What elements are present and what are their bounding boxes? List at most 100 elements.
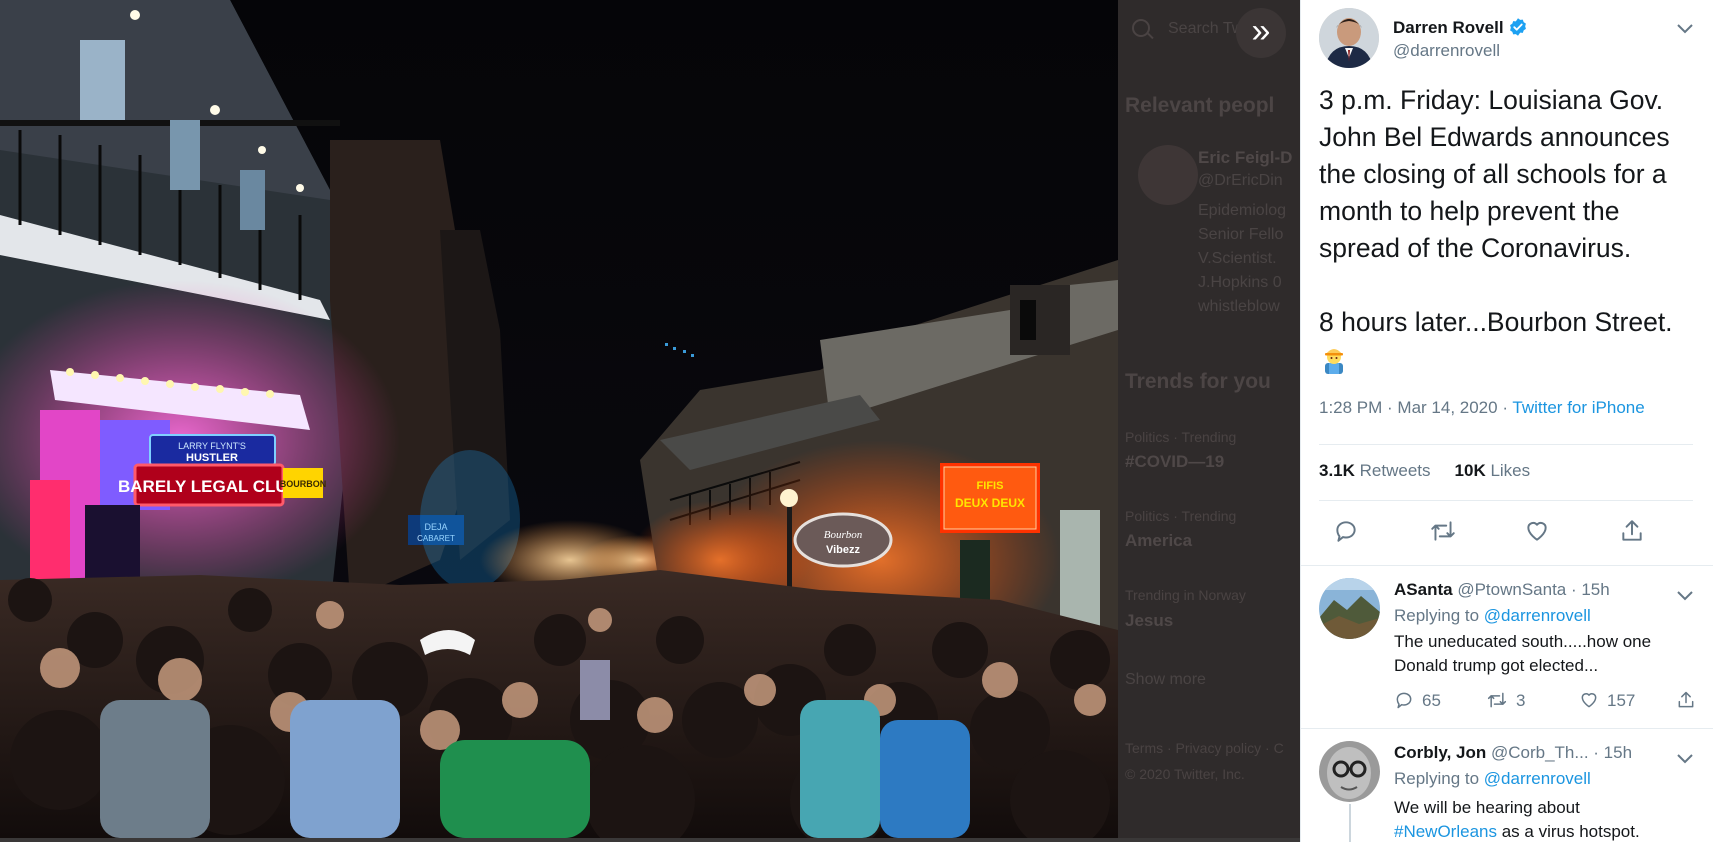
reply-tweet[interactable]: Corbly, Jon @Corb_Th... · 15h Replying t… <box>1301 729 1713 842</box>
reply-author-avatar[interactable] <box>1319 741 1380 802</box>
relevant-person-bio-line: Senior Fello <box>1198 226 1284 243</box>
reply-icon <box>1396 692 1412 709</box>
relevant-person-bio-line: J.Hopkins 0 <box>1198 274 1282 291</box>
reply-icon <box>1336 521 1356 542</box>
reply-tweet[interactable]: ASanta @PtownSanta · 15h Replying to @da… <box>1301 566 1713 728</box>
reply-author-line: ASanta @PtownSanta · 15h <box>1394 580 1610 600</box>
search-icon <box>1132 19 1150 37</box>
author-name-text[interactable]: Darren Rovell <box>1393 18 1504 37</box>
background-page-overlay[interactable]: Search Tw Relevant peopl Eric Feigl-D @D… <box>1118 0 1300 838</box>
likes-label: Likes <box>1490 461 1531 480</box>
replying-to: Replying to @darrenrovell <box>1394 606 1591 626</box>
bourbon-street-photo: LARRY FLYNT'S HUSTLER BARELY LEGAL CLUB … <box>0 0 1118 838</box>
relevant-person-bio-line: V.Scientist. <box>1198 250 1277 267</box>
sign-larry-flynts: LARRY FLYNT'S <box>178 441 246 451</box>
reply-button[interactable] <box>1333 518 1363 548</box>
man-factory-worker-emoji-icon <box>1325 349 1343 374</box>
retweet-icon <box>1487 692 1507 708</box>
trend-name[interactable]: Jesus <box>1125 611 1173 631</box>
tweet-photo[interactable]: LARRY FLYNT'S HUSTLER BARELY LEGAL CLUB … <box>0 0 1118 838</box>
footer-links[interactable]: Terms · Privacy policy · C <box>1125 740 1284 756</box>
tweet-actions <box>1319 518 1693 550</box>
reply-count: 65 <box>1422 691 1441 710</box>
thread-connector <box>1349 804 1351 842</box>
replying-to-mention[interactable]: @darrenrovell <box>1484 769 1591 788</box>
reply-text-before: We will be hearing about <box>1394 798 1580 817</box>
tweet-text: 3 p.m. Friday: Louisiana Gov. John Bel E… <box>1319 82 1703 378</box>
divider <box>1319 500 1693 501</box>
reply-author-name[interactable]: ASanta <box>1394 580 1453 599</box>
trends-heading: Trends for you <box>1125 370 1271 393</box>
reply-author-handle-time[interactable]: @Corb_Th... · 15h <box>1491 743 1632 762</box>
chevron-down-icon[interactable] <box>1677 588 1693 601</box>
heart-icon <box>1527 521 1547 541</box>
sign-deux-deux: DEUX DEUX <box>955 496 1025 510</box>
trend-name[interactable]: America <box>1125 531 1192 551</box>
tweet-timestamp: 1:28 PM · Mar 14, 2020 · Twitter for iPh… <box>1319 398 1645 418</box>
chevron-down-icon[interactable] <box>1677 24 1693 34</box>
replying-to: Replying to @darrenrovell <box>1394 769 1591 789</box>
reply-reply-button[interactable]: 65 <box>1394 690 1441 711</box>
likes-stat[interactable]: 10K Likes <box>1455 461 1531 480</box>
retweet-button[interactable] <box>1429 518 1459 548</box>
reply-text-after: as a virus hotspot. <box>1497 822 1640 841</box>
trend-name[interactable]: #COVID—19 <box>1125 452 1224 472</box>
tweet-stats: 3.1K Retweets 10K Likes <box>1319 461 1530 481</box>
reply-text: We will be hearing about #NewOrleans as a… <box>1394 796 1694 842</box>
tweet-header: Darren Rovell @darrenrovell <box>1319 8 1713 72</box>
sign-hustler: HUSTLER <box>186 452 238 464</box>
copyright: © 2020 Twitter, Inc. <box>1125 766 1245 782</box>
relevant-person-bio-line: whistleblow <box>1198 298 1280 315</box>
reply-author-name[interactable]: Corbly, Jon <box>1394 743 1486 762</box>
photo-bottom-edge <box>0 838 1300 842</box>
author-handle[interactable]: @darrenrovell <box>1393 41 1500 61</box>
hashtag-link[interactable]: #NewOrleans <box>1394 822 1497 841</box>
likes-count: 10K <box>1454 461 1486 480</box>
tweet-source-link[interactable]: Twitter for iPhone <box>1512 398 1644 417</box>
show-more-link[interactable]: Show more <box>1125 671 1206 689</box>
tweet-time[interactable]: 1:28 PM · Mar 14, 2020 · <box>1319 398 1512 417</box>
chevron-down-icon[interactable] <box>1677 751 1693 764</box>
retweets-count: 3.1K <box>1319 461 1355 480</box>
trend-context: Politics · Trending <box>1125 429 1237 445</box>
reply-retweet-button[interactable]: 3 <box>1486 690 1525 711</box>
verified-badge-icon <box>1509 18 1526 36</box>
reply-author-avatar[interactable] <box>1319 578 1380 639</box>
retweet-icon <box>1431 521 1455 541</box>
author-name[interactable]: Darren Rovell <box>1393 17 1528 38</box>
reply-author-line: Corbly, Jon @Corb_Th... · 15h <box>1394 743 1632 763</box>
relevant-person-name: Eric Feigl-D <box>1198 148 1293 167</box>
tweet-text-body: 3 p.m. Friday: Louisiana Gov. John Bel E… <box>1319 85 1673 337</box>
heart-icon <box>1581 693 1597 708</box>
sign-fifis: FIFIS <box>977 480 1004 492</box>
like-button[interactable] <box>1524 518 1554 548</box>
sign-bourbon-vibezz-bottom: Vibezz <box>826 544 861 556</box>
relevant-person-bio-line: Epidemiolog <box>1198 202 1287 219</box>
retweets-label: Retweets <box>1359 461 1431 480</box>
retweet-count: 3 <box>1516 691 1526 710</box>
retweets-stat[interactable]: 3.1K Retweets <box>1319 461 1431 480</box>
reply-actions: 65 3 157 <box>1394 690 1713 714</box>
tweet-media-viewer: LARRY FLYNT'S HUSTLER BARELY LEGAL CLUB … <box>0 0 1713 842</box>
trend-context: Politics · Trending <box>1125 508 1237 524</box>
collapse-panel-button[interactable]: » <box>1236 8 1286 58</box>
relevant-person-handle: @DrEricDin <box>1198 172 1283 189</box>
search-placeholder: Search Tw <box>1168 20 1244 37</box>
sign-barely-legal-club: BARELY LEGAL CLUB <box>118 477 300 496</box>
author-avatar[interactable] <box>1319 8 1379 68</box>
share-icon <box>1678 691 1694 708</box>
author-avatar-image <box>1319 8 1379 68</box>
reply-text: The uneducated south.....how one Donald … <box>1394 632 1652 675</box>
reply-like-button[interactable]: 157 <box>1579 690 1635 711</box>
reply-author-avatar-image <box>1319 741 1380 802</box>
reply-share-button[interactable] <box>1676 690 1704 711</box>
share-button[interactable] <box>1619 518 1649 548</box>
double-chevron-right-icon: » <box>1251 12 1271 50</box>
like-count: 157 <box>1607 691 1636 710</box>
replying-to-mention[interactable]: @darrenrovell <box>1484 606 1591 625</box>
tweet-detail-panel: Darren Rovell @darrenrovell 3 p.m. Frida… <box>1300 0 1713 842</box>
replying-to-label: Replying to <box>1394 606 1484 625</box>
reply-author-handle-time[interactable]: @PtownSanta · 15h <box>1457 580 1609 599</box>
relevant-people-heading: Relevant peopl <box>1125 94 1275 117</box>
share-icon <box>1622 520 1642 541</box>
